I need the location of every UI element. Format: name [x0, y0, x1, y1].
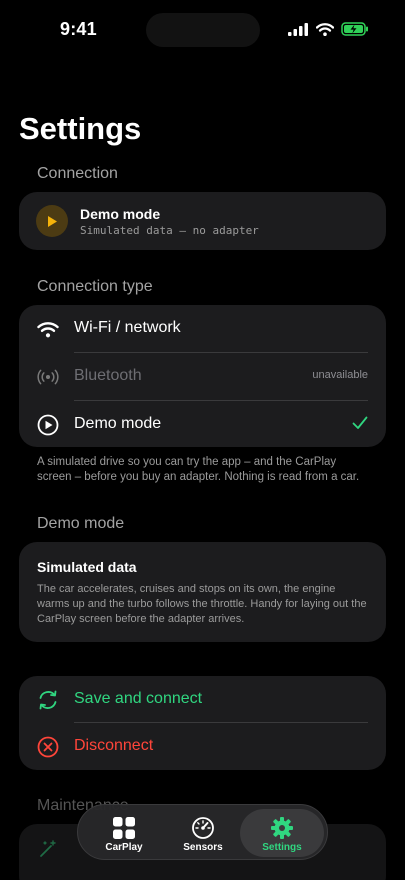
settings-screen: 9:41 Settings Connection Demo mode Simul…: [0, 0, 405, 880]
connection-status-card[interactable]: Demo mode Simulated data — no adapter: [19, 192, 386, 250]
tab-sensors-label: Sensors: [183, 842, 223, 853]
cellular-signal-icon: [288, 22, 308, 36]
gauge-icon: [161, 816, 245, 840]
disconnect-label: Disconnect: [74, 737, 154, 754]
wifi-icon: [36, 317, 60, 341]
connection-status-subtitle: Simulated data — no adapter: [80, 224, 259, 237]
save-and-connect-button[interactable]: Save and connect: [19, 676, 386, 723]
connection-type-section-label: Connection type: [37, 278, 153, 295]
dynamic-island: [146, 13, 260, 47]
simulated-data-title: Simulated data: [37, 559, 137, 575]
connection-option-wifi[interactable]: Wi-Fi / network: [19, 305, 386, 353]
status-icons: [288, 22, 369, 36]
tab-carplay-label: CarPlay: [105, 842, 143, 853]
page-title: Settings: [19, 111, 142, 146]
battery-charging-icon: [341, 22, 368, 36]
wifi-option-label: Wi-Fi / network: [74, 319, 181, 336]
disconnect-button[interactable]: Disconnect: [19, 723, 386, 770]
tab-settings-label: Settings: [262, 842, 302, 853]
gear-icon: [240, 816, 324, 840]
tab-sensors[interactable]: Sensors: [161, 809, 245, 857]
simulated-data-card: Simulated data The car accelerates, crui…: [19, 542, 386, 642]
connection-option-demo[interactable]: Demo mode: [19, 401, 386, 449]
demo-mode-section-label: Demo mode: [37, 515, 125, 532]
bluetooth-icon: [36, 365, 60, 389]
play-circle-icon: [36, 413, 60, 437]
magic-wand-icon: [40, 840, 56, 857]
save-and-connect-label: Save and connect: [74, 690, 203, 707]
simulated-data-description: The car accelerates, cruises and stops o…: [37, 583, 367, 625]
x-circle-icon: [36, 735, 60, 759]
refresh-icon: [36, 688, 60, 712]
connection-section-label: Connection: [37, 165, 118, 182]
checkmark-icon: [352, 416, 368, 429]
actions-card: Save and connect Disconnect: [19, 676, 386, 770]
connection-option-bluetooth: Bluetooth unavailable: [19, 353, 386, 401]
status-bar: 9:41: [0, 0, 405, 58]
connection-type-card: Wi-Fi / network Bluetooth unavailable De…: [19, 305, 386, 447]
bluetooth-unavailable-text: unavailable: [312, 369, 368, 381]
demo-option-label: Demo mode: [74, 415, 162, 432]
grid-icon: [82, 816, 166, 840]
tab-carplay[interactable]: CarPlay: [82, 809, 166, 857]
bluetooth-option-label: Bluetooth: [74, 367, 142, 384]
wifi-status-icon: [316, 22, 334, 36]
tab-settings[interactable]: Settings: [240, 809, 324, 857]
tab-bar: CarPlay Sensors Settings: [77, 804, 328, 860]
demo-play-icon: [36, 205, 68, 237]
connection-type-footnote: A simulated drive so you can try the app…: [37, 456, 360, 483]
connection-status-title: Demo mode: [80, 206, 161, 222]
status-time: 9:41: [60, 19, 97, 39]
